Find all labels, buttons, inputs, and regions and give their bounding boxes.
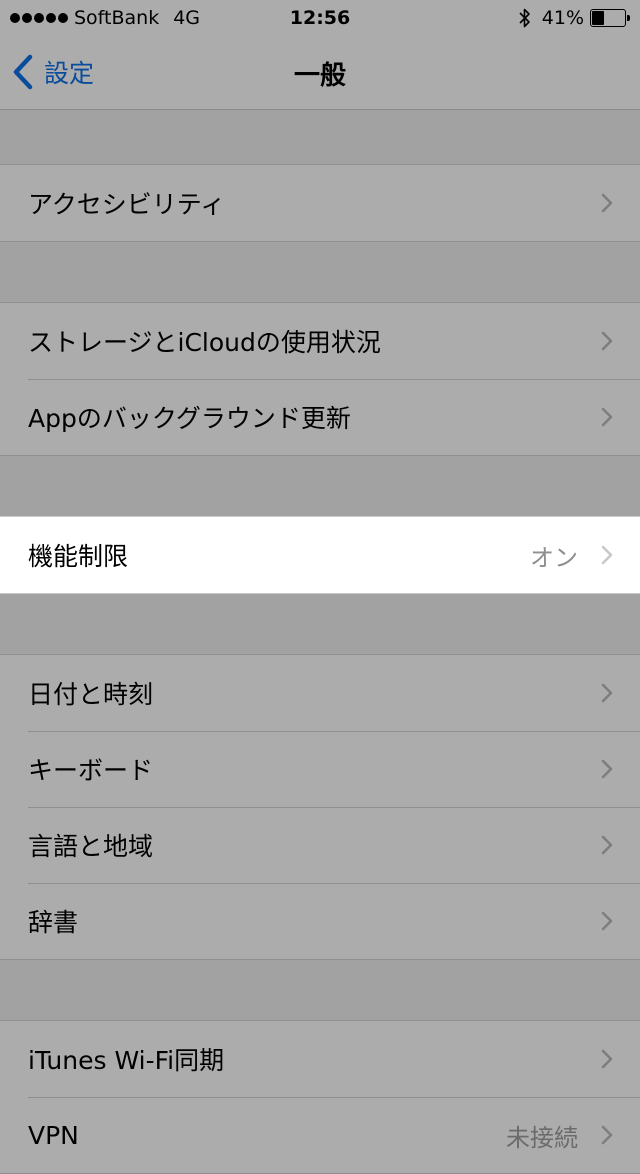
settings-row[interactable]: 日付と時刻 [0,655,640,731]
row-value: オン [530,543,578,572]
chevron-right-icon [601,683,613,703]
battery-percent: 41% [541,7,584,29]
chevron-right-icon [601,545,613,565]
row-label: 機能制限 [28,542,129,571]
group-separator [0,110,640,164]
row-label: キーボード [28,756,154,785]
chevron-right-icon [601,835,613,855]
settings-row[interactable]: アクセシビリティ [0,165,640,241]
group-separator [0,242,640,302]
bluetooth-icon [519,8,530,28]
row-label: 辞書 [28,908,79,937]
row-label: 言語と地域 [28,832,154,861]
settings-row[interactable]: ストレージとiCloudの使用状況 [0,303,640,379]
settings-row[interactable]: 辞書 [0,883,640,959]
row-label: 日付と時刻 [28,680,154,709]
navigation-bar: 設定 一般 [0,36,640,110]
status-right: 41% [518,7,630,29]
page-title: 一般 [293,61,346,91]
settings-list: アクセシビリティ ストレージとiCloudの使用状況 Appのバックグラウンド更新機… [0,110,640,1174]
chevron-right-icon [601,193,613,213]
settings-row[interactable]: iTunes Wi-Fi同期 [0,1021,640,1097]
settings-row[interactable]: キーボード [0,731,640,807]
row-label: アクセシビリティ [28,190,226,219]
row-label: VPN [28,1120,79,1150]
battery-tip [627,15,630,21]
settings-group: アクセシビリティ [0,164,640,242]
status-bar: SoftBank 4G 12:56 41% [0,0,640,36]
settings-group: ストレージとiCloudの使用状況 Appのバックグラウンド更新 [0,302,640,456]
group-separator [0,960,640,1020]
settings-row[interactable]: VPN 未接続 [0,1097,640,1173]
row-value: 未接続 [506,1123,578,1152]
row-label: iTunes Wi-Fi同期 [28,1046,225,1075]
row-label: ストレージとiCloudの使用状況 [28,328,381,357]
chevron-right-icon [601,1049,613,1069]
chevron-right-icon [601,759,613,779]
settings-group: 日付と時刻キーボード言語と地域辞書 [0,654,640,960]
settings-group: 機能制限 オン [0,516,640,594]
settings-row[interactable]: 機能制限 オン [0,517,640,593]
chevron-right-icon [601,331,613,351]
chevron-right-icon [601,1125,613,1145]
chevron-right-icon [601,911,613,931]
group-separator [0,456,640,516]
battery-icon [590,9,630,27]
row-label: Appのバックグラウンド更新 [28,404,351,433]
chevron-right-icon [601,407,613,427]
settings-row[interactable]: Appのバックグラウンド更新 [0,379,640,455]
settings-row[interactable]: 言語と地域 [0,807,640,883]
battery-fill [592,11,604,25]
group-separator [0,594,640,654]
settings-group: iTunes Wi-Fi同期 VPN 未接続 [0,1020,640,1174]
